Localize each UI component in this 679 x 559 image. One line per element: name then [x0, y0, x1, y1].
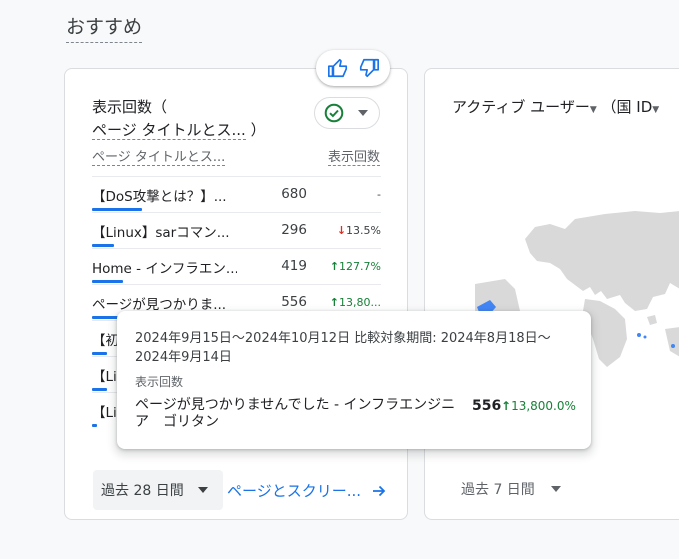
check-circle-icon [324, 103, 344, 123]
pages-report-link[interactable]: ページとスクリー... [227, 480, 387, 501]
row-value-bar [92, 244, 114, 247]
metric-label: アクティブ ユーザー [452, 98, 590, 116]
row-value: 296 [281, 222, 307, 238]
table-row[interactable]: Home - インフラエン... 419 ↑127.7% [92, 248, 381, 284]
row-change: ↑127.7% [329, 260, 381, 273]
dimension-label[interactable]: ページ タイトルとス... [92, 121, 246, 140]
thumbs-up-icon[interactable] [326, 56, 350, 80]
row-value-bar [92, 208, 142, 211]
active-users-card: アクティブ ユーザー▼ （国 ID▼ 過去 7 日間 [424, 68, 679, 520]
row-page-title: ページが見つかりま... [92, 297, 227, 313]
arrow-up-icon: ↑ [329, 296, 340, 309]
tooltip-page-title: ページが見つかりませんでした - インフラエンジニア ゴリタン [135, 397, 456, 430]
row-page-title: Home - インフラエン... [92, 261, 237, 277]
date-range-label: 過去 28 日間 [101, 483, 184, 499]
thumbs-down-icon[interactable] [357, 56, 381, 80]
arrow-up-icon: ↑ [329, 260, 340, 273]
arrow-right-icon [373, 485, 386, 496]
row-change: ↑13,80... [329, 296, 381, 309]
title-close-paren: ） [250, 121, 266, 139]
card-title[interactable]: アクティブ ユーザー▼ （国 ID▼ [452, 96, 659, 117]
tooltip-value: 556 [472, 398, 502, 414]
row-value-bar [92, 388, 107, 391]
dropdown-arrow-icon [358, 110, 368, 116]
tooltip-date-range: 2024年9月15日～2024年10月12日 比較対象期間: 2024年8月18… [135, 331, 551, 365]
arrow-down-icon: ↓ [336, 224, 347, 237]
data-tooltip: 2024年9月15日～2024年10月12日 比較対象期間: 2024年8月18… [117, 311, 591, 449]
dropdown-arrow-icon [197, 487, 208, 493]
table-row[interactable]: 【Linux】sarコマン... 296 ↓13.5% [92, 212, 381, 248]
card-title: 表示回数（ ページ タイトルとス... ） [92, 96, 292, 142]
date-range-button[interactable]: 過去 7 日間 [461, 479, 561, 499]
row-value: 556 [281, 294, 307, 310]
arrow-up-icon: ↑ [501, 399, 512, 413]
column-header-views[interactable]: 表示回数 [327, 149, 380, 167]
insight-status-chip[interactable] [314, 97, 380, 129]
row-value: 680 [281, 186, 307, 202]
dimension-label: （国 ID [601, 98, 653, 116]
column-header-page[interactable]: ページ タイトルとス... [92, 149, 226, 167]
date-range-button[interactable]: 過去 28 日間 [93, 470, 223, 510]
row-change: - [377, 188, 381, 201]
metric-label[interactable]: 表示回数（ [92, 98, 167, 116]
top-pages-card: 表示回数（ ページ タイトルとス... ） ページ タイトルとス... 表示回数… [64, 68, 408, 520]
feedback-chip [316, 50, 390, 86]
row-page-title: 【DoS攻撃とは？】... [92, 189, 227, 205]
row-value-bar [92, 424, 97, 427]
section-title: おすすめ [66, 14, 143, 43]
pages-report-link-label: ページとスクリー... [227, 482, 362, 500]
row-change: ↓13.5% [336, 224, 381, 237]
row-page-title: 【Linux】sarコマン... [92, 225, 230, 241]
tooltip-metric: 表示回数 [135, 375, 184, 389]
table-row[interactable]: 【DoS攻撃とは？】... 680 - [92, 176, 381, 212]
date-range-label: 過去 7 日間 [461, 482, 535, 498]
dropdown-arrow-icon [550, 486, 561, 492]
dropdown-arrow-icon: ▼ [652, 105, 660, 115]
row-value: 419 [281, 258, 307, 274]
tooltip-change: ↑13,800.0% [501, 399, 576, 413]
dropdown-arrow-icon: ▼ [589, 105, 597, 115]
row-value-bar [92, 352, 107, 355]
row-value-bar [92, 280, 123, 283]
